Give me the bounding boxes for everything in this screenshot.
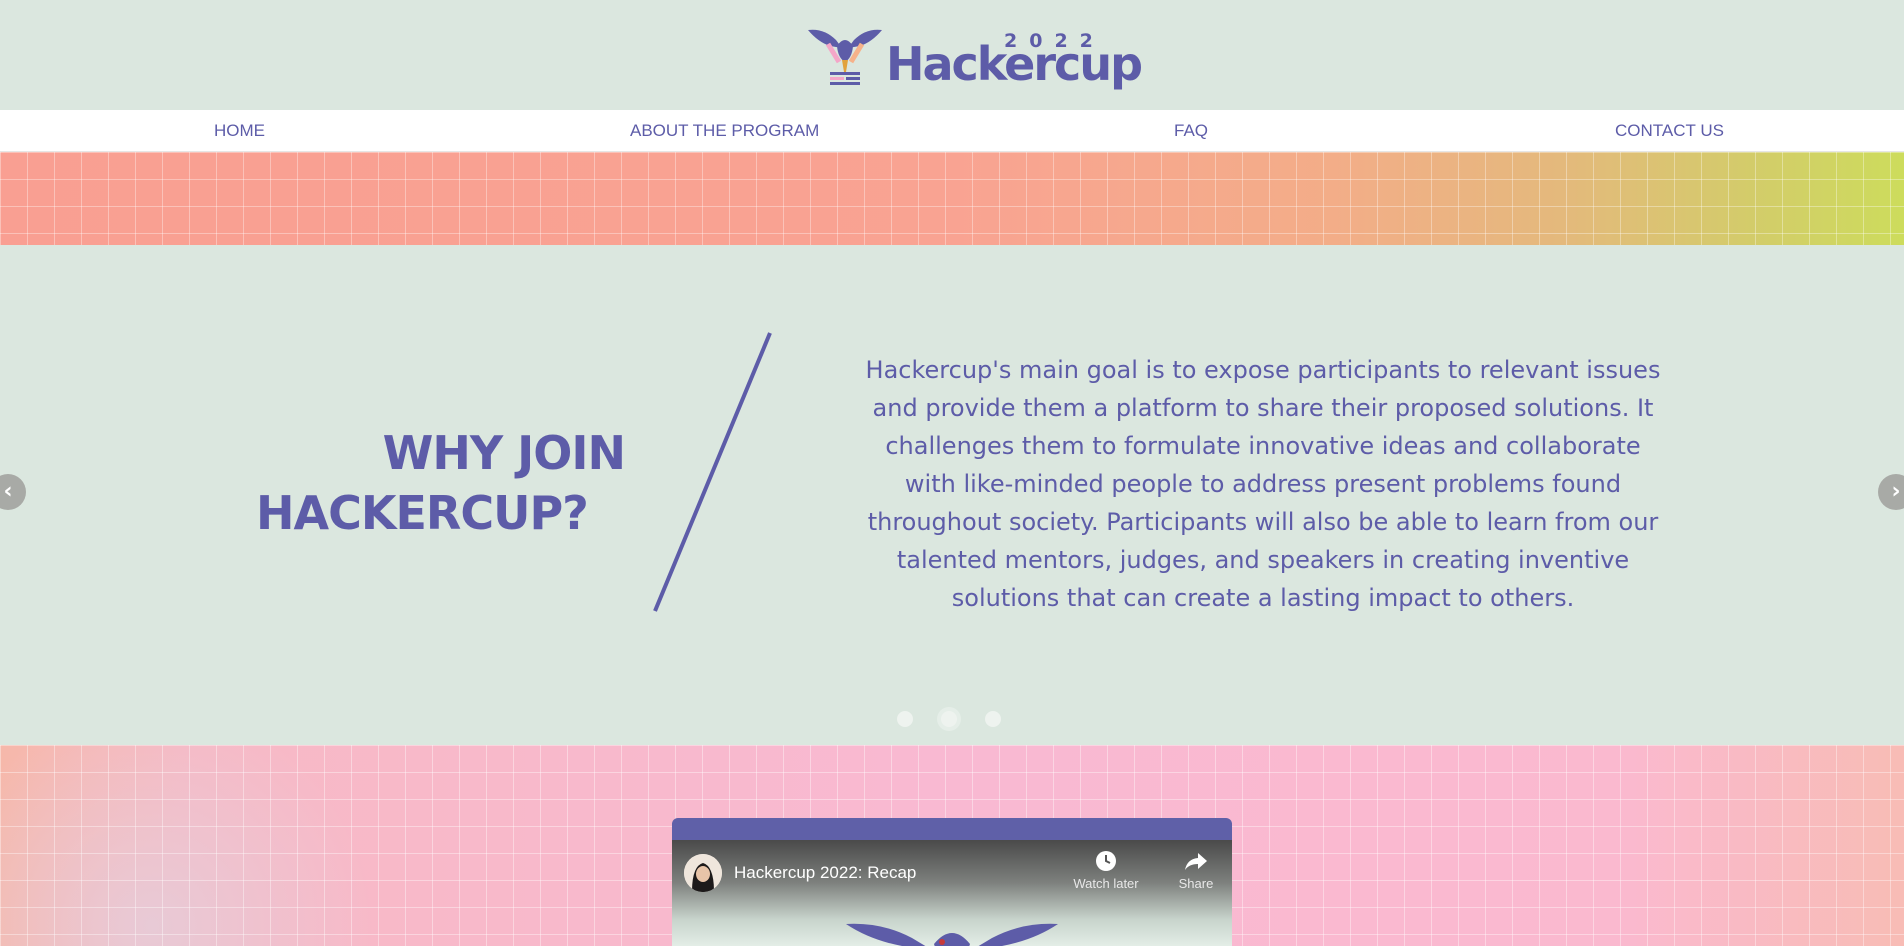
carousel-dot-2[interactable] (941, 711, 957, 727)
watch-later-button[interactable]: Watch later (1066, 850, 1146, 891)
chevron-right-icon: › (1891, 479, 1901, 504)
clock-icon (1096, 851, 1116, 871)
video-player[interactable]: Hackercup 2022: Recap Watch later Share (672, 840, 1232, 946)
gradient-grid-banner (0, 152, 1904, 245)
trophy-bird-icon (808, 29, 882, 85)
carousel-prev-button[interactable]: ‹ (0, 474, 26, 510)
video-title[interactable]: Hackercup 2022: Recap (734, 863, 916, 883)
nav-contact-us[interactable]: CONTACT US (1615, 110, 1724, 151)
channel-avatar[interactable] (684, 854, 722, 892)
chevron-left-icon: ‹ (3, 479, 13, 504)
watch-later-label: Watch later (1073, 876, 1139, 891)
heading-line-2: HACKERCUP? (256, 486, 589, 540)
nav-home[interactable]: HOME (214, 110, 265, 151)
video-embed[interactable]: Hackercup 2022: Recap Watch later Share (672, 818, 1232, 946)
nav-faq[interactable]: FAQ (1174, 110, 1208, 151)
share-icon (1185, 853, 1207, 870)
carousel-dot-1[interactable] (897, 711, 913, 727)
share-label: Share (1178, 876, 1214, 891)
why-join-heading: WHY JOIN HACKERCUP? (230, 423, 626, 543)
carousel-next-button[interactable]: › (1878, 474, 1904, 510)
slide-description: Hackercup's main goal is to expose parti… (865, 356, 1661, 612)
hackercup-logo[interactable]: 2022 Hackercup (806, 26, 1143, 88)
divider-slash (653, 332, 772, 612)
why-join-slide: ‹ WHY JOIN HACKERCUP? Hackercup's main g… (0, 245, 1904, 745)
heading-line-1: WHY JOIN (382, 426, 626, 480)
share-button[interactable]: Share (1156, 850, 1232, 891)
carousel-dot-3[interactable] (985, 711, 1001, 727)
hackercup-bird-icon (846, 923, 1058, 946)
main-nav: HOME ABOUT THE PROGRAM FAQ CONTACT US (0, 110, 1904, 152)
nav-about-the-program[interactable]: ABOUT THE PROGRAM (630, 110, 819, 151)
logo-wordmark: Hackercup (886, 37, 1143, 91)
site-header: 2022 Hackercup (0, 0, 1904, 110)
